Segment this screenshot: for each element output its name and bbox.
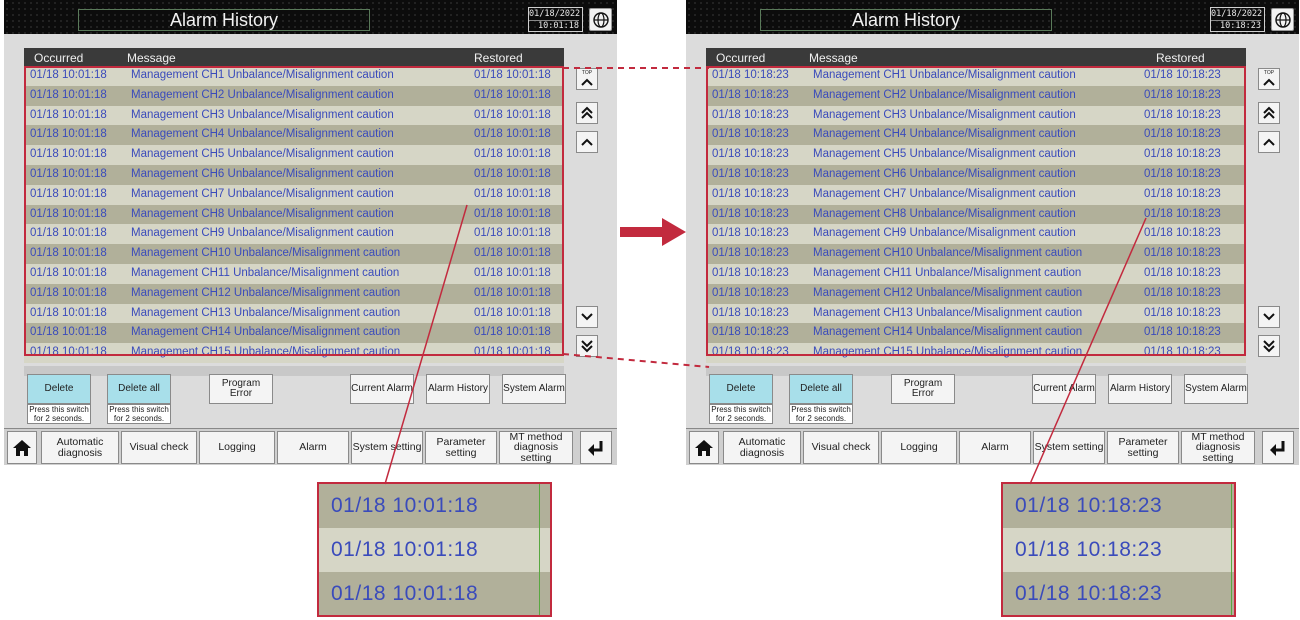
- home-icon: [695, 439, 713, 456]
- nav-parameter-setting[interactable]: Parameter setting: [1107, 431, 1179, 464]
- column-header-restored: Restored: [474, 51, 523, 65]
- nav-alarm[interactable]: Alarm: [277, 431, 349, 464]
- current-alarm-button[interactable]: Current Alarm: [350, 374, 414, 404]
- return-button[interactable]: [1262, 431, 1294, 464]
- column-header-message: Message: [809, 51, 858, 65]
- nav-mt-method-setting[interactable]: MT method diagnosis setting: [499, 431, 573, 464]
- nav-automatic-diagnosis[interactable]: Automatic diagnosis: [41, 431, 119, 464]
- time-readout: 10:01:18: [538, 21, 579, 31]
- nav-mt-method-setting[interactable]: MT method diagnosis setting: [1181, 431, 1255, 464]
- line-down-icon: [581, 313, 593, 321]
- date-readout: 01/18/2022: [529, 9, 581, 21]
- column-header-message: Message: [127, 51, 176, 65]
- delete-hint: Press this switch for 2 seconds.: [27, 404, 91, 424]
- zoom-row: 01/18 10:01:18: [331, 582, 479, 605]
- zoom-callout-left: 01/18 10:01:18 01/18 10:01:18 01/18 10:0…: [317, 482, 552, 617]
- delete-button[interactable]: Delete: [27, 374, 91, 404]
- line-up-button[interactable]: [1258, 131, 1280, 153]
- delete-hint: Press this switch for 2 seconds.: [709, 404, 773, 424]
- table-header: Occurred Message Restored: [24, 48, 564, 66]
- line-down-icon: [1263, 313, 1275, 321]
- top-up-icon: [581, 78, 593, 86]
- page-title: Alarm History: [169, 10, 278, 30]
- home-icon: [13, 439, 31, 456]
- column-header-restored: Restored: [1156, 51, 1205, 65]
- bottom-navigation: Automatic diagnosis Visual check Logging…: [4, 428, 617, 465]
- program-error-button[interactable]: Program Error: [891, 374, 955, 404]
- page-down-button[interactable]: [576, 335, 598, 357]
- title-frame: Alarm History: [78, 9, 370, 31]
- globe-icon: [593, 12, 609, 28]
- delete-all-hint: Press this switch for 2 seconds.: [789, 404, 853, 424]
- delete-all-button[interactable]: Delete all: [789, 374, 853, 404]
- column-header-occurred: Occurred: [716, 51, 766, 65]
- table-header: Occurred Message Restored: [706, 48, 1246, 66]
- zoom-column-divider: [539, 484, 540, 615]
- page-up-button[interactable]: [1258, 102, 1280, 124]
- page-up-icon: [1263, 106, 1275, 119]
- nav-logging[interactable]: Logging: [881, 431, 957, 464]
- zoom-callout-right: 01/18 10:18:23 01/18 10:18:23 01/18 10:1…: [1001, 482, 1236, 617]
- title-bar: Alarm History 01/18/2022 10:18:23: [686, 0, 1299, 34]
- time-readout: 10:18:23: [1220, 21, 1261, 31]
- line-up-icon: [1263, 138, 1275, 146]
- nav-parameter-setting[interactable]: Parameter setting: [425, 431, 497, 464]
- delete-all-hint: Press this switch for 2 seconds.: [107, 404, 171, 424]
- nav-alarm[interactable]: Alarm: [959, 431, 1031, 464]
- zoom-row: 01/18 10:01:18: [331, 494, 479, 517]
- highlight-box: [706, 66, 1246, 356]
- delete-all-button[interactable]: Delete all: [107, 374, 171, 404]
- title-frame: Alarm History: [760, 9, 1052, 31]
- nav-visual-check[interactable]: Visual check: [121, 431, 197, 464]
- page-down-button[interactable]: [1258, 335, 1280, 357]
- highlight-box: [24, 66, 564, 356]
- nav-system-setting[interactable]: System setting: [1033, 431, 1105, 464]
- return-button[interactable]: [580, 431, 612, 464]
- delete-button[interactable]: Delete: [709, 374, 773, 404]
- line-down-button[interactable]: [1258, 306, 1280, 328]
- page-down-icon: [1263, 340, 1275, 353]
- line-down-button[interactable]: [576, 306, 598, 328]
- clock-display: 01/18/2022 10:01:18: [528, 7, 583, 32]
- hmi-screen: Alarm History 01/18/2022 10:18:23 Occurr…: [686, 0, 1299, 465]
- page-up-icon: [581, 106, 593, 119]
- globe-icon: [1275, 12, 1291, 28]
- language-button[interactable]: [1271, 8, 1294, 31]
- nav-visual-check[interactable]: Visual check: [803, 431, 879, 464]
- hmi-screen: Alarm History 01/18/2022 10:01:18 Occurr…: [4, 0, 617, 465]
- title-bar: Alarm History 01/18/2022 10:01:18: [4, 0, 617, 34]
- column-header-occurred: Occurred: [34, 51, 84, 65]
- return-icon: [1270, 440, 1285, 456]
- program-error-button[interactable]: Program Error: [209, 374, 273, 404]
- scroll-top-button[interactable]: TOP: [1258, 68, 1280, 90]
- return-icon: [588, 440, 603, 456]
- system-alarm-button[interactable]: System Alarm: [1184, 374, 1248, 404]
- system-alarm-button[interactable]: System Alarm: [502, 374, 566, 404]
- line-up-button[interactable]: [576, 131, 598, 153]
- current-alarm-button[interactable]: Current Alarm: [1032, 374, 1096, 404]
- nav-logging[interactable]: Logging: [199, 431, 275, 464]
- date-readout: 01/18/2022: [1211, 9, 1263, 21]
- top-up-icon: [1263, 78, 1275, 86]
- zoom-row: 01/18 10:18:23: [1015, 582, 1163, 605]
- page-up-button[interactable]: [576, 102, 598, 124]
- home-button[interactable]: [7, 431, 37, 464]
- line-up-icon: [581, 138, 593, 146]
- home-button[interactable]: [689, 431, 719, 464]
- alarm-history-button[interactable]: Alarm History: [426, 374, 490, 404]
- page-down-icon: [581, 340, 593, 353]
- zoom-row: 01/18 10:18:23: [1003, 528, 1234, 572]
- scroll-top-button[interactable]: TOP: [576, 68, 598, 90]
- zoom-column-divider: [1231, 484, 1232, 615]
- zoom-row: 01/18 10:01:18: [319, 528, 550, 572]
- zoom-row: 01/18 10:18:23: [1015, 494, 1163, 517]
- language-button[interactable]: [589, 8, 612, 31]
- transition-arrow-icon: [620, 218, 686, 246]
- clock-display: 01/18/2022 10:18:23: [1210, 7, 1265, 32]
- nav-automatic-diagnosis[interactable]: Automatic diagnosis: [723, 431, 801, 464]
- nav-system-setting[interactable]: System setting: [351, 431, 423, 464]
- bottom-navigation: Automatic diagnosis Visual check Logging…: [686, 428, 1299, 465]
- alarm-history-button[interactable]: Alarm History: [1108, 374, 1172, 404]
- page-title: Alarm History: [851, 10, 960, 30]
